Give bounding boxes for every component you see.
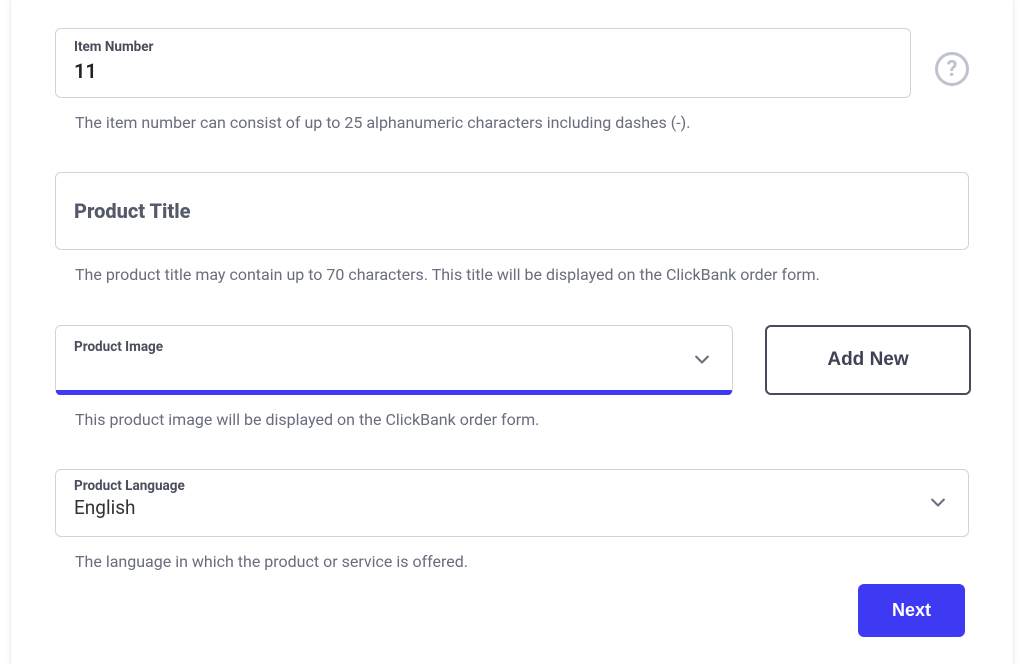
product-title-helper: The product title may contain up to 70 c… [75, 264, 969, 286]
next-button[interactable]: Next [858, 584, 965, 637]
product-image-label: Product Image [74, 339, 163, 355]
item-number-row: Item Number 11 The item number can consi… [55, 28, 969, 134]
product-image-row: Product Image Add New [55, 325, 969, 395]
item-number-label: Item Number [74, 39, 892, 55]
item-number-helper: The item number can consist of up to 25 … [75, 112, 911, 134]
product-title-label: Product Title [74, 199, 950, 223]
product-image-select[interactable]: Product Image [55, 325, 733, 395]
next-label: Next [892, 600, 931, 620]
product-language-helper: The language in which the product or ser… [75, 551, 969, 573]
focus-underline [56, 390, 732, 395]
help-col: ? [935, 28, 969, 86]
product-image-col: Product Image [55, 325, 733, 395]
product-language-value: English [74, 496, 135, 519]
chevron-down-icon [692, 350, 712, 370]
item-number-value: 11 [74, 59, 892, 85]
add-new-button[interactable]: Add New [765, 325, 971, 395]
footer: Next [858, 584, 965, 637]
help-glyph: ? [947, 57, 958, 82]
product-title-input[interactable]: Product Title [55, 172, 969, 250]
product-title-row: Product Title The product title may cont… [55, 172, 969, 286]
product-language-select[interactable]: Product Language English [55, 469, 969, 537]
help-icon[interactable]: ? [935, 52, 969, 86]
add-new-label: Add New [827, 349, 908, 371]
item-number-input[interactable]: Item Number 11 [55, 28, 911, 98]
product-language-label: Product Language [74, 478, 920, 494]
form-panel: Item Number 11 The item number can consi… [10, 0, 1014, 665]
form-content: Item Number 11 The item number can consi… [11, 0, 1013, 574]
product-language-row: Product Language English The language in… [55, 469, 969, 573]
item-number-col: Item Number 11 The item number can consi… [55, 28, 911, 134]
product-image-helper: This product image will be displayed on … [75, 409, 969, 431]
chevron-down-icon [928, 493, 948, 513]
